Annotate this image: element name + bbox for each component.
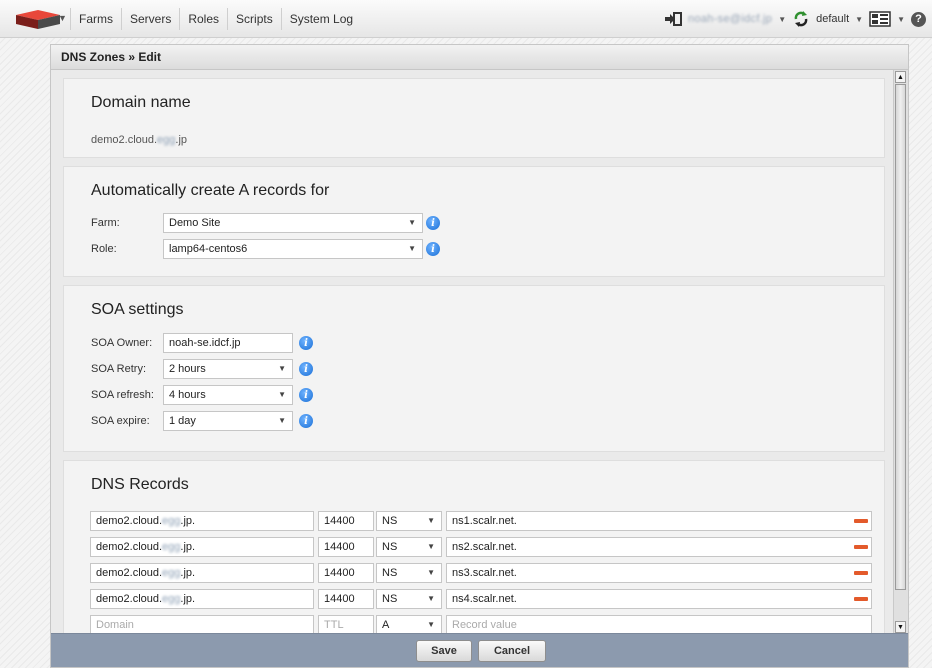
record-type-select[interactable]: NS ▼: [376, 537, 442, 557]
chevron-down-icon[interactable]: ▼: [427, 616, 435, 634]
soa-refresh-label: SOA refresh:: [91, 389, 154, 401]
chevron-down-icon[interactable]: ▼: [408, 240, 416, 258]
auto-a-records-section: Automatically create A records for Farm:…: [63, 166, 885, 277]
main-nav: Farms Servers Roles Scripts System Log: [70, 0, 361, 38]
chevron-down-icon[interactable]: ▼: [427, 590, 435, 608]
chevron-down-icon[interactable]: ▼: [408, 214, 416, 232]
soa-retry-value: 2 hours: [169, 363, 206, 375]
cancel-button[interactable]: Cancel: [478, 640, 546, 662]
soa-refresh-select[interactable]: 4 hours ▼: [163, 385, 293, 405]
chevron-down-icon[interactable]: ▼: [427, 538, 435, 556]
info-icon[interactable]: i: [299, 388, 313, 402]
farm-select-value: Demo Site: [169, 217, 221, 229]
farm-select[interactable]: Demo Site ▼: [163, 213, 423, 233]
new-record-ttl-input[interactable]: TTL: [318, 615, 374, 634]
nav-scripts[interactable]: Scripts: [228, 12, 281, 26]
info-icon[interactable]: i: [299, 414, 313, 428]
chevron-down-icon[interactable]: ▼: [278, 386, 286, 404]
info-icon[interactable]: i: [426, 216, 440, 230]
record-ttl-input[interactable]: 14400: [318, 537, 374, 557]
nav-servers[interactable]: Servers: [122, 12, 179, 26]
record-domain-input[interactable]: demo2.cloud.egg.jp.: [90, 589, 314, 609]
soa-refresh-value: 4 hours: [169, 389, 206, 401]
auto-a-records-title: Automatically create A records for: [91, 182, 330, 199]
domain-name-title: Domain name: [91, 94, 191, 111]
record-type-select[interactable]: NS ▼: [376, 563, 442, 583]
soa-settings-title: SOA settings: [91, 301, 184, 318]
remove-icon[interactable]: [854, 545, 868, 549]
soa-expire-value: 1 day: [169, 415, 196, 427]
soa-owner-input[interactable]: noah-se.idcf.jp: [163, 333, 293, 353]
nav-roles[interactable]: Roles: [180, 12, 227, 26]
dns-zone-edit-panel: DNS Zones » Edit Domain name demo2.cloud…: [50, 44, 909, 668]
record-value-input[interactable]: ns1.scalr.net.: [446, 511, 872, 531]
logo-menu-caret-icon[interactable]: ▼: [58, 13, 67, 23]
new-record-type-select[interactable]: A ▼: [376, 615, 442, 634]
scalr-logo[interactable]: [14, 10, 62, 30]
header-right: noah-se@idcf.jp ▼ default ▼ ▼ ?: [664, 0, 926, 38]
record-value-input[interactable]: ns3.scalr.net.: [446, 563, 872, 583]
login-arrow-icon: [665, 12, 683, 26]
info-icon[interactable]: i: [299, 336, 313, 350]
chevron-down-icon[interactable]: ▼: [427, 512, 435, 530]
record-ttl-input[interactable]: 14400: [318, 589, 374, 609]
scroll-up-icon[interactable]: ▲: [895, 71, 906, 83]
panel-title: DNS Zones » Edit: [51, 45, 908, 70]
record-value-input[interactable]: ns4.scalr.net.: [446, 589, 872, 609]
vertical-scrollbar[interactable]: ▲ ▼: [893, 70, 908, 634]
chevron-down-icon[interactable]: ▼: [278, 412, 286, 430]
dns-records-section: DNS Records demo2.cloud.egg.jp. 14400 NS…: [63, 460, 885, 634]
form-footer: Save Cancel: [51, 633, 908, 667]
new-record-domain-input[interactable]: Domain: [90, 615, 314, 634]
chevron-down-icon[interactable]: ▼: [278, 360, 286, 378]
record-domain-input[interactable]: demo2.cloud.egg.jp.: [90, 563, 314, 583]
panel-body: Domain name demo2.cloud.egg.jp Automatic…: [51, 70, 893, 634]
info-icon[interactable]: i: [299, 362, 313, 376]
chevron-down-icon[interactable]: ▼: [427, 564, 435, 582]
record-domain-input[interactable]: demo2.cloud.egg.jp.: [90, 537, 314, 557]
record-value-input[interactable]: ns2.scalr.net.: [446, 537, 872, 557]
new-record-value-input[interactable]: Record value: [446, 615, 872, 634]
farm-label: Farm:: [91, 217, 120, 229]
soa-owner-label: SOA Owner:: [91, 337, 153, 349]
user-menu-caret-icon[interactable]: ▼: [778, 15, 786, 24]
nav-farms[interactable]: Farms: [71, 12, 121, 26]
dashboard-grid-icon[interactable]: [869, 11, 891, 27]
soa-settings-section: SOA settings SOA Owner: noah-se.idcf.jp …: [63, 285, 885, 452]
role-select-value: lamp64-centos6: [169, 243, 248, 255]
nav-system-log[interactable]: System Log: [282, 12, 361, 26]
save-button[interactable]: Save: [416, 640, 472, 662]
user-email[interactable]: noah-se@idcf.jp: [688, 13, 772, 25]
soa-expire-select[interactable]: 1 day ▼: [163, 411, 293, 431]
environment-caret-icon[interactable]: ▼: [855, 15, 863, 24]
environment-name[interactable]: default: [816, 13, 849, 25]
scroll-down-icon[interactable]: ▼: [895, 621, 906, 633]
record-type-select[interactable]: NS ▼: [376, 589, 442, 609]
record-type-select[interactable]: NS ▼: [376, 511, 442, 531]
record-ttl-input[interactable]: 14400: [318, 563, 374, 583]
scrollbar-thumb[interactable]: [895, 84, 906, 590]
record-domain-input[interactable]: demo2.cloud.egg.jp.: [90, 511, 314, 531]
role-label: Role:: [91, 243, 117, 255]
soa-retry-select[interactable]: 2 hours ▼: [163, 359, 293, 379]
remove-icon[interactable]: [854, 571, 868, 575]
record-ttl-input[interactable]: 14400: [318, 511, 374, 531]
soa-retry-label: SOA Retry:: [91, 363, 147, 375]
help-icon[interactable]: ?: [911, 11, 926, 27]
dashboard-caret-icon[interactable]: ▼: [897, 15, 905, 24]
domain-name-section: Domain name demo2.cloud.egg.jp: [63, 78, 885, 158]
info-icon[interactable]: i: [426, 242, 440, 256]
remove-icon[interactable]: [854, 597, 868, 601]
domain-name-value: demo2.cloud.egg.jp: [91, 134, 188, 146]
environment-cycle-icon: [794, 11, 808, 27]
role-select[interactable]: lamp64-centos6 ▼: [163, 239, 423, 259]
soa-expire-label: SOA expire:: [91, 415, 150, 427]
remove-icon[interactable]: [854, 519, 868, 523]
top-bar: ▼ Farms Servers Roles Scripts System Log…: [0, 0, 932, 38]
dns-records-title: DNS Records: [91, 476, 189, 493]
soa-owner-value: noah-se.idcf.jp: [169, 337, 241, 349]
